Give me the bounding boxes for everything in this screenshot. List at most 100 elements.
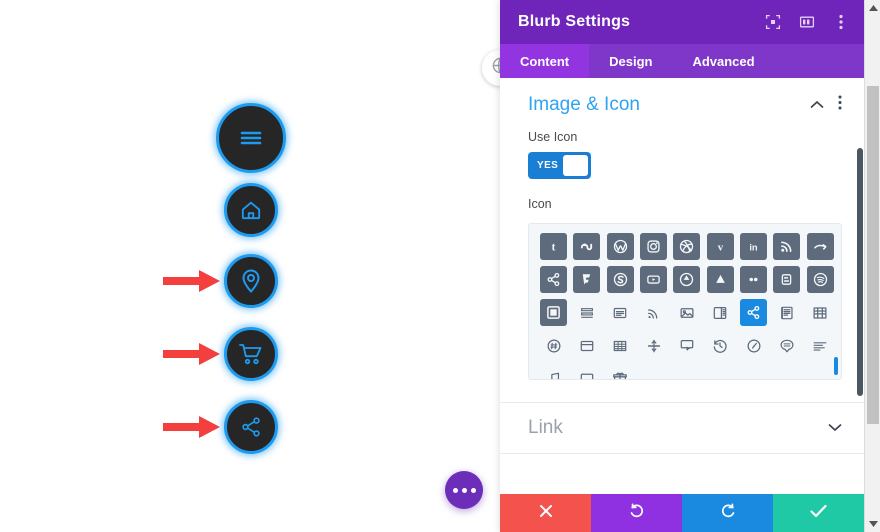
linkedin-icon[interactable]: in: [740, 233, 768, 260]
blogger-icon[interactable]: [773, 266, 801, 293]
layout-columns-icon[interactable]: [798, 13, 816, 31]
tab-advanced[interactable]: Advanced: [672, 44, 774, 78]
icon-picker-scrollbar[interactable]: [834, 357, 838, 375]
share-nodes-icon[interactable]: [740, 299, 768, 326]
icon-cell[interactable]: [604, 230, 637, 263]
fullscreen-icon[interactable]: [764, 13, 782, 31]
blurb-circle-home[interactable]: [224, 183, 278, 237]
tab-design[interactable]: Design: [589, 44, 672, 78]
flickr-icon[interactable]: [806, 233, 834, 260]
panel-scrollbar[interactable]: [857, 148, 863, 396]
icon-cell[interactable]: [604, 362, 637, 379]
kebab-menu-icon[interactable]: [832, 13, 850, 31]
hashtag-circle-icon[interactable]: [540, 332, 567, 359]
icon-cell[interactable]: [737, 263, 770, 296]
icon-cell[interactable]: [637, 296, 670, 329]
icon-cell[interactable]: [637, 230, 670, 263]
triangle-down-icon[interactable]: [865, 516, 880, 532]
tumblr-icon[interactable]: t: [540, 233, 568, 260]
icon-cell[interactable]: [604, 296, 637, 329]
list-layers-icon[interactable]: [573, 299, 600, 326]
tab-content[interactable]: Content: [500, 44, 590, 78]
redo-button[interactable]: [682, 494, 773, 532]
icon-cell[interactable]: [737, 329, 770, 362]
music-note-icon[interactable]: [540, 365, 567, 379]
align-left-icon[interactable]: [807, 332, 834, 359]
icon-cell[interactable]: [570, 329, 603, 362]
spotify-icon[interactable]: [806, 266, 834, 293]
blurb-circle-cart[interactable]: [224, 327, 278, 381]
icon-cell[interactable]: [570, 362, 603, 379]
chevron-down-icon[interactable]: [828, 419, 842, 437]
blurb-circle-map[interactable]: [224, 254, 278, 308]
icon-cell[interactable]: [670, 329, 703, 362]
icon-cell[interactable]: [704, 329, 737, 362]
comment-lines-icon[interactable]: [773, 332, 800, 359]
icon-cell[interactable]: [670, 230, 703, 263]
more-options-fab[interactable]: [445, 471, 483, 509]
gift-icon[interactable]: [607, 365, 634, 379]
icon-cell[interactable]: [804, 329, 837, 362]
icon-cell[interactable]: in: [737, 230, 770, 263]
icon-cell[interactable]: [670, 296, 703, 329]
kebab-menu-icon[interactable]: [838, 95, 842, 115]
feed-icon[interactable]: [640, 299, 667, 326]
icon-cell[interactable]: [637, 263, 670, 296]
instagram-icon[interactable]: [640, 233, 668, 260]
vimeo-icon[interactable]: v: [706, 233, 734, 260]
blurb-circle-share[interactable]: [224, 400, 278, 454]
icon-cell[interactable]: [804, 263, 837, 296]
icon-cell[interactable]: [570, 296, 603, 329]
gauge-icon[interactable]: [740, 332, 767, 359]
youtube-icon[interactable]: [640, 266, 668, 293]
dribbble-icon[interactable]: [673, 233, 701, 260]
rss-icon[interactable]: [773, 233, 801, 260]
divider-icon[interactable]: [640, 332, 667, 359]
icon-cell[interactable]: [704, 263, 737, 296]
foursquare-icon[interactable]: [573, 266, 601, 293]
icon-cell[interactable]: [770, 329, 803, 362]
icon-cell[interactable]: [804, 296, 837, 329]
icon-cell[interactable]: [770, 230, 803, 263]
save-button[interactable]: [773, 494, 864, 532]
skype-icon[interactable]: [606, 266, 634, 293]
icon-cell[interactable]: [804, 230, 837, 263]
icon-picker[interactable]: t v in: [528, 223, 842, 380]
share-icon[interactable]: [540, 266, 568, 293]
google-drive-icon[interactable]: [706, 266, 734, 293]
page-scrollbar-thumb[interactable]: [867, 86, 879, 424]
icon-cell[interactable]: [604, 263, 637, 296]
refresh-circle-icon[interactable]: [673, 266, 701, 293]
document-icon[interactable]: [607, 299, 634, 326]
table-icon[interactable]: [607, 332, 634, 359]
icon-cell[interactable]: [670, 263, 703, 296]
icon-cell[interactable]: [537, 296, 570, 329]
cancel-button[interactable]: [500, 494, 591, 532]
book-icon[interactable]: [773, 299, 800, 326]
history-clock-icon[interactable]: [707, 332, 734, 359]
icon-cell[interactable]: [704, 296, 737, 329]
icon-cell[interactable]: t: [537, 230, 570, 263]
wordpress-icon[interactable]: [606, 233, 634, 260]
icon-cell[interactable]: [770, 296, 803, 329]
icon-cell[interactable]: [537, 263, 570, 296]
icon-cell[interactable]: v: [704, 230, 737, 263]
section-link[interactable]: Link: [500, 402, 864, 454]
triangle-up-icon[interactable]: [865, 0, 880, 16]
icon-cell[interactable]: [570, 230, 603, 263]
sidebar-icon[interactable]: [707, 299, 734, 326]
stumbleupon-icon[interactable]: [573, 233, 601, 260]
page-scrollbar[interactable]: [864, 0, 880, 532]
picture-icon[interactable]: [673, 299, 700, 326]
icon-cell[interactable]: [604, 329, 637, 362]
flickr-dots-icon[interactable]: [740, 266, 768, 293]
image-frame-icon[interactable]: [540, 299, 568, 326]
chevron-up-icon[interactable]: [810, 96, 824, 114]
icon-cell[interactable]: [637, 329, 670, 362]
blurb-circle-menu[interactable]: [216, 103, 286, 173]
icon-cell[interactable]: [537, 362, 570, 379]
grid-table-icon[interactable]: [807, 299, 834, 326]
undo-button[interactable]: [591, 494, 682, 532]
icon-cell[interactable]: [570, 263, 603, 296]
icon-cell[interactable]: [737, 296, 770, 329]
